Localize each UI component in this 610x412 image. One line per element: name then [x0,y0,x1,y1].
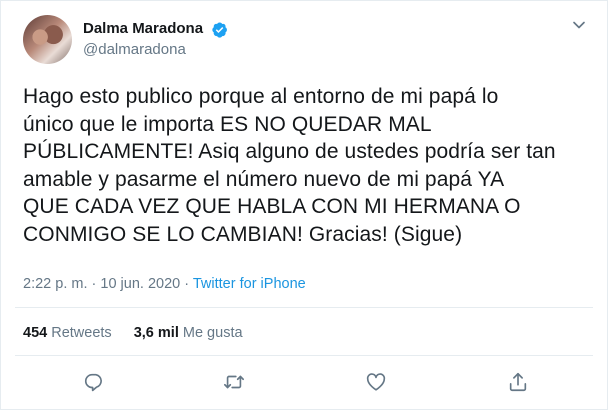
tweet-actions [1,363,607,403]
retweet-button[interactable] [223,371,247,395]
verified-badge-icon [211,22,227,38]
tweet-time[interactable]: 2:22 p. m. [23,276,87,292]
meta-separator: · [184,276,190,292]
meta-separator: · [91,276,97,292]
reply-icon [84,373,102,392]
divider [15,355,593,356]
tweet-source-link[interactable]: Twitter for iPhone [193,276,306,292]
likes-label: Me gusta [182,325,243,341]
tweet-date[interactable]: 10 jun. 2020 [100,276,180,292]
likes-count: 3,6 mil [133,325,179,341]
user-handle[interactable]: @dalmaradona [83,40,228,60]
share-icon [509,372,527,392]
tweet-text: Hago esto publico porque al entorno de m… [23,85,556,246]
avatar[interactable] [23,15,72,64]
retweets-stat[interactable]: 454 Retweets [23,325,116,341]
tweet-meta: 2:22 p. m. · 10 jun. 2020 · Twitter for … [23,276,306,292]
retweet-icon [224,375,244,389]
retweets-label: Retweets [51,325,112,341]
retweets-count: 454 [23,325,48,341]
reply-button[interactable] [83,371,107,395]
likes-stat[interactable]: 3,6 mil Me gusta [134,325,243,341]
heart-icon [366,373,386,391]
divider [15,307,593,308]
share-button[interactable] [507,371,531,395]
chevron-down-icon[interactable] [569,15,589,35]
tweet-card: Dalma Maradona @dalmaradona Hago esto pu… [0,0,608,410]
display-name[interactable]: Dalma Maradona [83,19,203,39]
tweet-header: Dalma Maradona @dalmaradona [23,15,593,65]
like-button[interactable] [365,371,389,395]
user-names[interactable]: Dalma Maradona @dalmaradona [83,19,228,60]
tweet-stats: 454 Retweets 3,6 mil Me gusta [23,325,261,341]
